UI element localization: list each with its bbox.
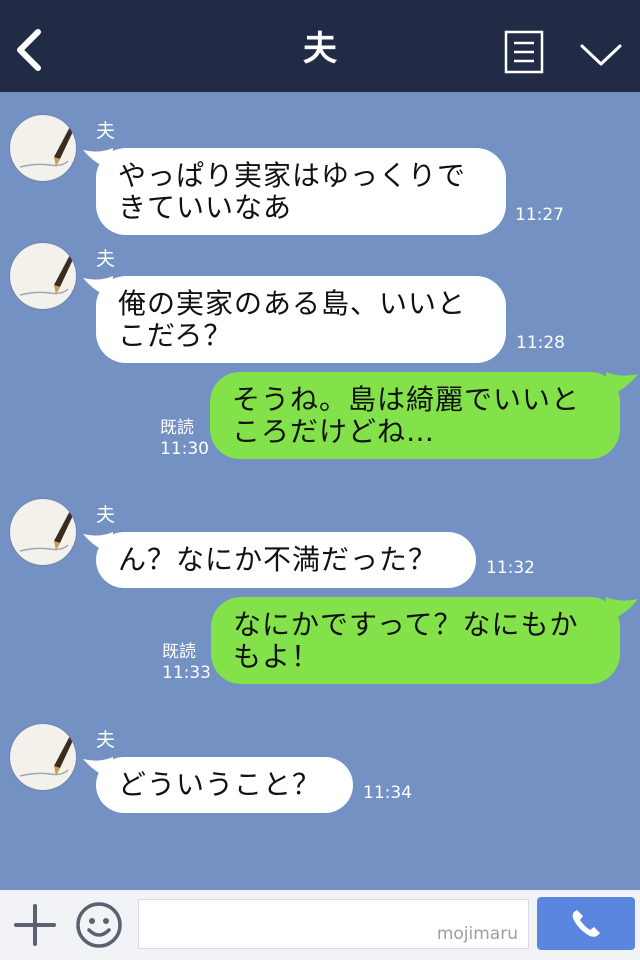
message-line: やっぱり実家はゆっくりで (118, 159, 467, 192)
message-bubble-incoming[interactable]: どういうこと？ (96, 757, 353, 813)
message-line: ころだけどね… (232, 415, 436, 448)
avatar[interactable] (10, 115, 76, 181)
list-icon[interactable] (504, 30, 544, 74)
pen-icon (19, 123, 76, 168)
sender-name: 夫 (96, 504, 116, 526)
read-label: 既読 (160, 418, 194, 438)
pen-icon (19, 507, 76, 552)
message-line: もよ！ (233, 640, 321, 673)
avatar[interactable] (10, 724, 76, 790)
message-line: なにかですって？なにもか (233, 608, 579, 641)
message-input[interactable]: mojimaru (138, 899, 529, 949)
plus-icon[interactable] (12, 902, 58, 948)
message-line: そうね。島は綺麗でいいと (232, 383, 581, 416)
message-bubble-incoming[interactable]: 俺の実家のある島、いいと こだろ？ (96, 276, 506, 363)
input-bar: mojimaru (0, 890, 640, 960)
avatar[interactable] (10, 243, 76, 309)
message-line: ん？なにか不満だった？ (118, 543, 438, 576)
read-receipt: 既読 11:30 (160, 418, 209, 460)
message-line: きていいなあ (118, 191, 293, 224)
timestamp: 11:33 (162, 663, 211, 683)
timestamp: 11:28 (516, 333, 565, 353)
sender-name: 夫 (96, 120, 116, 142)
message-list[interactable]: 夫 やっぱり実家はゆっくりで きていいなあ 11:27 夫 俺の実家のある島、い… (0, 92, 640, 890)
call-button[interactable] (537, 897, 635, 950)
timestamp: 11:27 (515, 205, 564, 225)
pen-icon (19, 732, 76, 777)
pen-icon (19, 251, 76, 296)
message-line: どういうこと？ (118, 768, 322, 801)
message-bubble-incoming[interactable]: やっぱり実家はゆっくりで きていいなあ (96, 148, 506, 235)
read-receipt: 既読 11:33 (162, 642, 211, 684)
message-line: こだろ？ (118, 319, 233, 352)
smiley-icon[interactable] (74, 900, 124, 950)
phone-icon (572, 910, 600, 937)
sender-name: 夫 (96, 248, 116, 270)
watermark: mojimaru (436, 924, 518, 944)
message-bubble-outgoing[interactable]: なにかですって？なにもか もよ！ (211, 597, 620, 684)
read-label: 既読 (162, 642, 196, 662)
chevron-down-icon[interactable] (578, 38, 624, 70)
message-bubble-incoming[interactable]: ん？なにか不満だった？ (96, 532, 476, 588)
timestamp: 11:32 (486, 558, 535, 578)
chat-header: 夫 (0, 0, 640, 92)
chat-title: 夫 (303, 29, 337, 69)
timestamp: 11:30 (160, 439, 209, 459)
message-line: 俺の実家のある島、いいと (118, 287, 467, 320)
message-bubble-outgoing[interactable]: そうね。島は綺麗でいいと ころだけどね… (210, 372, 620, 459)
sender-name: 夫 (96, 729, 116, 751)
avatar[interactable] (10, 499, 76, 565)
timestamp: 11:34 (363, 783, 412, 803)
